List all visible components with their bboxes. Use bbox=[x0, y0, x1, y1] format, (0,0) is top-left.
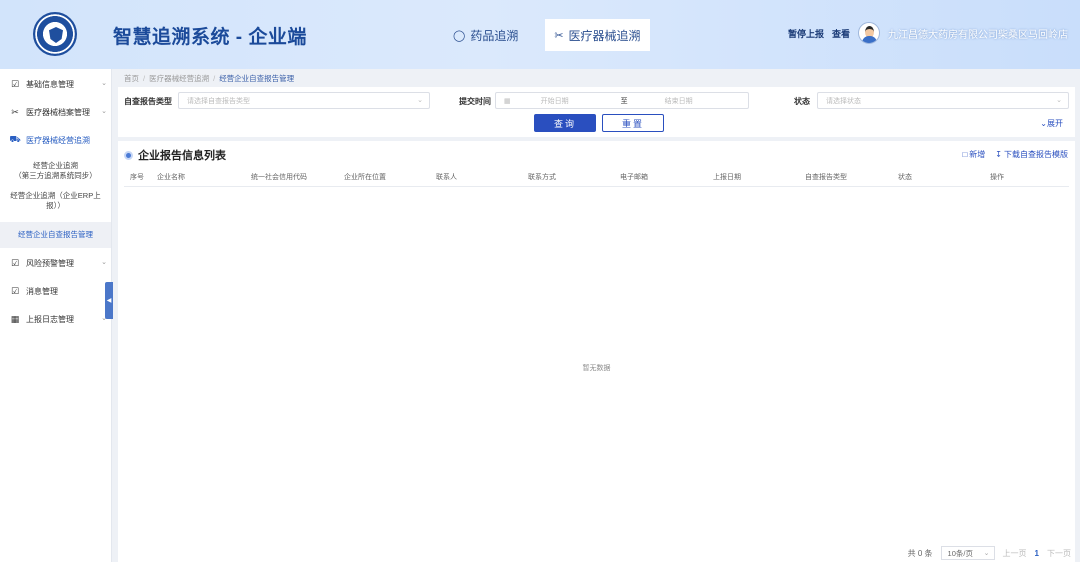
sidebar: ☑ 基础信息管理 ⌄ ✂ 医疗器械档案管理 ⌄ ⛟ 医疗器械经营追溯 经营企业追… bbox=[0, 69, 112, 562]
checkbox-icon: ☑ bbox=[10, 257, 20, 268]
next-page-button[interactable]: 下一页 bbox=[1047, 548, 1071, 559]
column-header: 企业名称 bbox=[157, 174, 185, 181]
column-header: 状态 bbox=[898, 174, 912, 181]
download-template-button[interactable]: ↧ 下载自查报告模版 bbox=[995, 149, 1068, 160]
sidebar-item-risk[interactable]: ☑ 风险预警管理 ⌄ bbox=[0, 249, 111, 277]
pagination: 共 0 条 10条/页 ⌄ 上一页 1 下一页 bbox=[908, 546, 1071, 560]
list-actions: □ 新增 ↧ 下载自查报告模版 bbox=[962, 149, 1068, 160]
pill-icon: ◯ bbox=[453, 29, 466, 42]
chevron-down-icon: ⌄ bbox=[101, 259, 107, 266]
avatar[interactable] bbox=[858, 22, 880, 44]
sidebar-item-basic-info[interactable]: ☑ 基础信息管理 ⌄ bbox=[0, 70, 111, 98]
sidebar-subitem-self-check[interactable]: 经营企业自查报告管理 bbox=[0, 222, 111, 248]
sidebar-item-label: 医疗器械经营追溯 bbox=[26, 135, 90, 145]
report-type-placeholder: 请选择自查报告类型 bbox=[187, 97, 250, 105]
date-range-picker[interactable]: ▦ 开始日期 至 结束日期 bbox=[495, 92, 749, 109]
sidebar-item-message[interactable]: ☑ 消息管理 bbox=[0, 277, 111, 305]
checkbox-icon: ☑ bbox=[10, 78, 20, 89]
download-icon: ↧ bbox=[995, 150, 1002, 159]
sidebar-item-label: 消息管理 bbox=[26, 286, 58, 296]
calendar-icon: ▦ bbox=[10, 313, 20, 324]
breadcrumb-current: 经营企业自查报告管理 bbox=[219, 74, 295, 83]
range-separator: 至 bbox=[620, 97, 628, 105]
column-header: 自查报告类型 bbox=[805, 174, 847, 181]
page-size-select[interactable]: 10条/页 ⌄ bbox=[940, 546, 995, 560]
company-name: 九江昌德大药房有限公司柴桑区马回岭店 bbox=[888, 29, 1068, 41]
column-header: 统一社会信用代码 bbox=[251, 174, 307, 181]
nav-label: 医疗器械追溯 bbox=[568, 28, 641, 43]
chevron-down-icon: ⌄ bbox=[101, 108, 107, 115]
column-header: 联系人 bbox=[436, 174, 457, 181]
report-type-label: 自查报告类型 bbox=[124, 97, 172, 106]
page-number[interactable]: 1 bbox=[1035, 549, 1039, 558]
status-label: 状态 bbox=[794, 97, 810, 106]
start-date-input[interactable]: 开始日期 bbox=[541, 96, 621, 106]
filter-panel: 自查报告类型 请选择自查报告类型 ⌄ 提交时间 ▦ 开始日期 至 结束日期 状态… bbox=[118, 87, 1075, 137]
column-header: 联系方式 bbox=[528, 174, 556, 181]
nav-device-trace[interactable]: ✂ 医疗器械追溯 bbox=[545, 19, 650, 51]
breadcrumb-home[interactable]: 首页 bbox=[124, 74, 139, 83]
prev-page-button[interactable]: 上一页 bbox=[1003, 548, 1027, 559]
column-header: 上报日期 bbox=[713, 174, 741, 181]
scissors-icon: ✂ bbox=[554, 29, 564, 42]
chevron-down-icon: ⌄ bbox=[417, 97, 423, 104]
header-right: 暂停上报 查看 九江昌德大药房有限公司柴桑区马回岭店 bbox=[788, 22, 1068, 44]
chevron-down-icon: ⌄ bbox=[1056, 97, 1062, 104]
view-link[interactable]: 查看 bbox=[832, 27, 850, 40]
logo-icon bbox=[33, 12, 77, 56]
pause-report-link[interactable]: 暂停上报 bbox=[788, 27, 824, 40]
status-select[interactable]: 请选择状态 ⌄ bbox=[817, 92, 1069, 109]
chevron-down-icon: ⌄ bbox=[101, 80, 107, 87]
truck-icon: ⛟ bbox=[9, 134, 21, 144]
checkbox-icon: ☑ bbox=[10, 285, 20, 296]
list-panel: 企业报告信息列表 □ 新增 ↧ 下载自查报告模版 序号 企业名称 统一社会信用代码 … bbox=[118, 141, 1075, 562]
title-dot-icon bbox=[124, 150, 133, 160]
sidebar-item-label: 上报日志管理 bbox=[26, 314, 74, 324]
sidebar-collapse-handle[interactable]: ◀ bbox=[105, 282, 113, 319]
column-header: 电子邮箱 bbox=[620, 174, 648, 181]
sidebar-item-label: 医疗器械档案管理 bbox=[26, 107, 90, 117]
chevron-down-icon: ⌄ bbox=[983, 550, 990, 557]
column-header: 操作 bbox=[990, 174, 1004, 181]
sidebar-item-label: 风险预警管理 bbox=[26, 258, 74, 268]
breadcrumb: 首页 / 医疗器械经营追溯 / 经营企业自查报告管理 bbox=[124, 74, 295, 83]
sidebar-subitem-erp[interactable]: 经营企业追溯（企业ERP上报）） bbox=[0, 184, 111, 218]
app-header: 智慧追溯系统 - 企业端 ◯ 药品追溯 ✂ 医疗器械追溯 暂停上报 查看 九江昌… bbox=[0, 0, 1080, 69]
sidebar-item-report-log[interactable]: ▦ 上报日志管理 ⌄ bbox=[0, 305, 111, 333]
chevron-down-icon: ⌄ bbox=[1040, 119, 1047, 128]
add-button[interactable]: □ 新增 bbox=[962, 149, 985, 160]
submit-time-label: 提交时间 bbox=[459, 97, 491, 106]
list-title: 企业报告信息列表 bbox=[138, 150, 226, 162]
sidebar-item-device-trace[interactable]: ⛟ 医疗器械经营追溯 bbox=[0, 126, 111, 154]
column-header: 序号 bbox=[130, 174, 144, 181]
scissors-icon: ✂ bbox=[11, 106, 19, 117]
breadcrumb-device-trace[interactable]: 医疗器械经营追溯 bbox=[149, 74, 209, 83]
reset-button[interactable]: 重置 bbox=[602, 114, 664, 132]
sidebar-item-device-archive[interactable]: ✂ 医疗器械档案管理 ⌄ bbox=[0, 98, 111, 126]
list-header: 企业报告信息列表 bbox=[124, 147, 226, 163]
nav-label: 药品追溯 bbox=[470, 28, 519, 43]
sidebar-subitem-third-party[interactable]: 经营企业追溯 （第三方追溯系统同步） bbox=[0, 154, 111, 184]
expand-toggle[interactable]: ⌄展开 bbox=[1040, 118, 1063, 129]
app-title: 智慧追溯系统 - 企业端 bbox=[113, 27, 307, 48]
end-date-input[interactable]: 结束日期 bbox=[665, 96, 693, 106]
sidebar-item-label: 基础信息管理 bbox=[26, 79, 74, 89]
report-type-select[interactable]: 请选择自查报告类型 ⌄ bbox=[178, 92, 430, 109]
query-button[interactable]: 查询 bbox=[534, 114, 596, 132]
top-nav: ◯ 药品追溯 ✂ 医疗器械追溯 bbox=[444, 19, 650, 51]
empty-state: 暂无数据 bbox=[582, 365, 611, 372]
total-count: 共 0 条 bbox=[907, 548, 933, 558]
add-icon: □ bbox=[962, 150, 968, 159]
table-header: 序号 企业名称 统一社会信用代码 企业所在位置 联系人 联系方式 电子邮箱 上报… bbox=[124, 167, 1069, 187]
status-placeholder: 请选择状态 bbox=[826, 97, 861, 105]
column-header: 企业所在位置 bbox=[344, 174, 386, 181]
nav-drug-trace[interactable]: ◯ 药品追溯 bbox=[444, 19, 527, 51]
calendar-icon: ▦ bbox=[504, 97, 511, 105]
chevron-left-icon: ◀ bbox=[106, 298, 112, 304]
